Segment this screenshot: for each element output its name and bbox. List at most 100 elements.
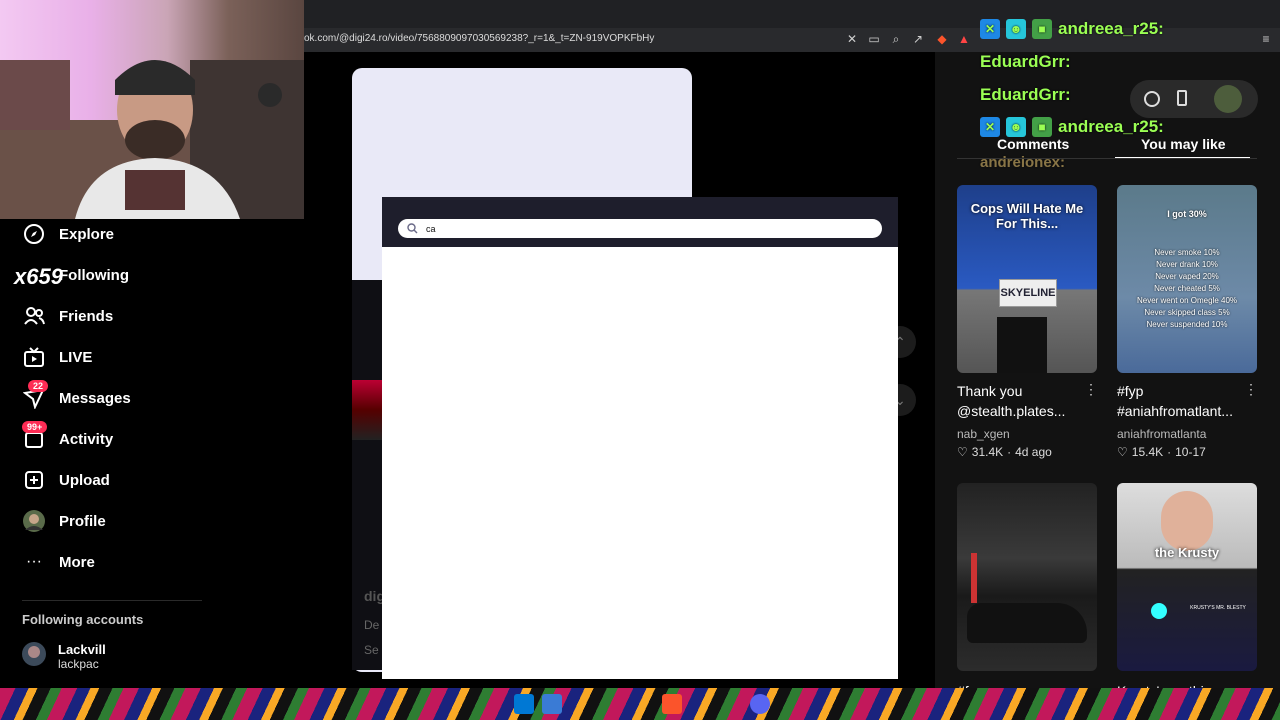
search-overlay-panel [382, 197, 898, 679]
avatar [22, 642, 46, 671]
sidebar-item-label: LIVE [59, 348, 93, 366]
chat-message: ✕ ☻ ■ andreea_r25: [980, 19, 1164, 39]
tab-you-may-like[interactable]: You may like [1141, 136, 1226, 152]
following-icon [22, 263, 46, 287]
thumbnail-subtext: KRUSTY'S MR. BLESTY [1190, 605, 1246, 611]
more-options-icon[interactable]: ⋮ [1244, 381, 1258, 398]
video-lower-strip [352, 280, 382, 670]
sub-badge-icon: ■ [1032, 117, 1052, 137]
emote-badge-icon: ☻ [1006, 117, 1026, 137]
sidebar-item-label: Activity [59, 430, 114, 448]
discord-icon[interactable] [750, 694, 770, 714]
search-input[interactable] [424, 222, 868, 235]
share-icon[interactable]: ↗ [910, 31, 926, 47]
chat-username: EduardGrr: [980, 85, 1071, 104]
following-account-item[interactable]: Lackvill lackpac [22, 642, 106, 671]
phone-icon[interactable] [1177, 90, 1187, 106]
hammer-badge-icon: ✕ [980, 19, 1000, 39]
following-accounts-heading: Following accounts [22, 612, 144, 627]
browser-menu-icon[interactable]: ≡ [1258, 31, 1274, 47]
video-author[interactable]: nab_xgen [957, 427, 1010, 441]
brave-shield-icon[interactable]: ◆ [934, 31, 950, 47]
tab-comments[interactable]: Comments [997, 136, 1069, 152]
sidebar-item-label: Following [59, 266, 129, 284]
video-thumbnail[interactable]: the Krusty KRUSTY'S MR. BLESTY [1117, 483, 1257, 671]
thumbnail-overlay-text: Cops Will Hate Me For This... [970, 201, 1084, 231]
video-author[interactable]: aniahfromatlanta [1117, 427, 1206, 441]
chat-username: andreionex: [980, 154, 1066, 171]
tab-divider [957, 158, 1257, 159]
friends-icon [22, 304, 46, 328]
video-title[interactable]: Krusty's mythic... [1117, 681, 1247, 688]
like-count: 15.4K [1131, 445, 1164, 459]
hammer-badge-icon: ✕ [980, 117, 1000, 137]
video-thumbnail[interactable] [957, 483, 1097, 671]
live-tv-icon [22, 345, 46, 369]
emote-badge-icon: ☻ [1006, 19, 1026, 39]
messages-icon: 22 [22, 380, 49, 410]
sidebar-item-label: More [59, 553, 95, 571]
sidebar-item-more[interactable]: ··· More [22, 548, 95, 576]
compass-icon[interactable] [1144, 91, 1160, 107]
taskview-icon[interactable] [542, 694, 562, 714]
mute-icon[interactable]: ✕ [844, 31, 860, 47]
video-title[interactable]: #fyp [957, 681, 1087, 688]
chat-username: andreea_r25: [1058, 19, 1164, 38]
compass-icon [22, 222, 46, 246]
video-stats: ♡ 15.4K · 10-17 [1117, 445, 1206, 459]
profile-avatar-icon [22, 509, 46, 533]
video-title[interactable]: Thank you @stealth.plates... [957, 381, 1087, 421]
upload-icon [22, 468, 46, 492]
more-dots-icon: ··· [26, 553, 42, 570]
chat-username: andreea_r25: [1058, 117, 1164, 136]
sidebar-item-activity[interactable]: 99+ Activity [22, 421, 114, 453]
sub-badge-icon: ■ [1032, 19, 1052, 39]
thumbnail-overlay-text: the Krusty [1154, 545, 1220, 560]
like-count: 31.4K [971, 445, 1004, 459]
heart-icon: ♡ [1117, 445, 1128, 459]
sidebar-item-friends[interactable]: Friends [22, 302, 113, 330]
messages-badge: 22 [28, 380, 49, 392]
sidebar-item-explore[interactable]: Explore [22, 220, 114, 248]
post-date: 4d ago [1015, 445, 1052, 459]
sidebar-item-upload[interactable]: Upload [22, 466, 110, 494]
screen-icon[interactable]: ▭ [866, 31, 882, 47]
avatar[interactable] [1214, 85, 1242, 113]
address-url[interactable]: ok.com/@digi24.ro/video/7568809097030569… [304, 33, 654, 44]
license-plate: SKYELINE [999, 279, 1057, 307]
sidebar-item-messages[interactable]: 22 Messages [22, 380, 131, 412]
activity-icon: 99+ [22, 421, 48, 451]
account-handle: lackpac [58, 657, 99, 671]
video-thumbnail[interactable]: I got 30% Never smoke 10% Never drank 10… [1117, 185, 1257, 373]
chat-message: EduardGrr: [980, 85, 1071, 105]
video-caption-line3: Se [364, 643, 379, 657]
streamer-camera-image [0, 60, 304, 219]
search-icon [407, 223, 418, 234]
sidebar-item-label: Friends [59, 307, 114, 325]
chat-message: EduardGrr: [980, 52, 1071, 72]
video-caption-line2: De [364, 618, 380, 632]
thumbnail-list: Never smoke 10% Never drank 10% Never va… [1136, 248, 1238, 329]
sidebar-item-label: Explore [59, 225, 115, 243]
video-stats: ♡ 31.4K · 4d ago [957, 445, 1052, 459]
sidebar-item-live[interactable]: LIVE [22, 343, 92, 371]
more-options-icon[interactable]: ⋮ [1084, 381, 1098, 398]
sidebar-item-label: Profile [59, 512, 106, 530]
sidebar-divider [22, 600, 202, 601]
video-title[interactable]: #fyp #aniahfromatlant... [1117, 381, 1247, 421]
sidebar-item-following[interactable]: Following [22, 261, 129, 289]
search-box[interactable] [398, 219, 882, 238]
heart-icon: ♡ [957, 445, 968, 459]
video-thumbnail[interactable]: Cops Will Hate Me For This... SKYELINE [957, 185, 1097, 373]
rewards-icon[interactable]: ▲ [956, 31, 972, 47]
zoom-icon[interactable]: ⌕ [888, 31, 904, 47]
brave-icon[interactable] [662, 694, 682, 714]
account-name: Lackvill [58, 642, 106, 657]
chat-message: ✕ ☻ ■ andreea_r25: [980, 117, 1164, 137]
post-date: 10-17 [1175, 445, 1206, 459]
sidebar-item-profile[interactable]: Profile [22, 507, 106, 535]
start-icon[interactable] [514, 694, 534, 714]
thumbnail-overlay-text: I got 30% [1167, 209, 1207, 219]
chat-message: andreionex: [980, 154, 1065, 171]
windows-taskbar [0, 688, 1280, 720]
